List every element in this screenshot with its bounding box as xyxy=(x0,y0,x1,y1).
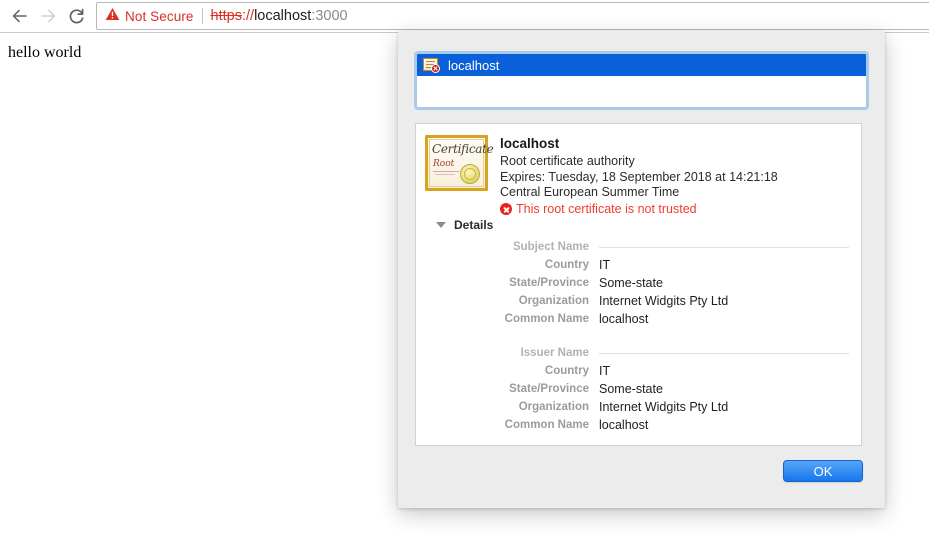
field-value: Internet Widgits Pty Ltd xyxy=(599,400,729,414)
field-label: Organization xyxy=(518,295,589,307)
list-item[interactable]: localhost xyxy=(417,54,866,76)
field-value: Internet Widgits Pty Ltd xyxy=(599,294,729,308)
certificate-error-icon xyxy=(423,57,440,73)
certificate-role: Root certificate authority xyxy=(500,154,635,168)
certificate-detail-panel: Certificate Root localhost Root certific… xyxy=(415,123,862,446)
url-port: :3000 xyxy=(311,8,348,24)
field-label: State/Province xyxy=(509,277,589,289)
ok-button[interactable]: OK xyxy=(783,460,863,482)
reload-button[interactable] xyxy=(62,2,90,30)
omnibox-divider xyxy=(201,8,203,24)
field-row: State/Province Some-state xyxy=(416,274,861,292)
certificate-trust-row: This root certificate is not trusted xyxy=(500,202,810,216)
subject-name-section: Subject Name Country IT State/Province S… xyxy=(416,238,861,328)
field-row: State/Province Some-state xyxy=(416,380,861,398)
section-title: Subject Name xyxy=(512,241,589,253)
certificate-name: localhost xyxy=(500,136,560,151)
issuer-name-section: Issuer Name Country IT State/Province So… xyxy=(416,344,861,434)
field-label: Organization xyxy=(518,401,589,413)
field-row: Organization Internet Widgits Pty Ltd xyxy=(416,398,861,416)
field-value: IT xyxy=(599,258,611,272)
page-body-text: hello world xyxy=(8,44,82,61)
certificate-summary: Certificate Root localhost Root certific… xyxy=(416,124,861,216)
details-label: Details xyxy=(454,218,494,232)
security-indicator[interactable]: Not Secure xyxy=(105,7,194,26)
field-row: Country IT xyxy=(416,256,861,274)
back-button[interactable] xyxy=(6,2,34,30)
field-value: localhost xyxy=(599,312,649,326)
certificate-icon-subtitle: Root xyxy=(433,159,455,169)
address-bar[interactable]: Not Secure https://localhost:3000 xyxy=(96,2,929,30)
triangle-down-icon xyxy=(436,222,446,228)
field-label: Country xyxy=(544,259,589,271)
section-divider xyxy=(599,352,849,354)
certificate-list[interactable]: localhost xyxy=(414,51,869,110)
browser-toolbar: Not Secure https://localhost:3000 xyxy=(0,0,929,33)
field-value: Some-state xyxy=(599,276,663,290)
certificate-summary-text: localhost Root certificate authority Exp… xyxy=(500,135,810,216)
field-row: Common Name localhost xyxy=(416,310,861,328)
section-title: Issuer Name xyxy=(520,347,589,359)
url-separator: :// xyxy=(241,8,255,24)
error-circle-icon xyxy=(500,203,512,215)
seal-icon xyxy=(460,164,480,184)
field-label: State/Province xyxy=(509,383,589,395)
field-row: Common Name localhost xyxy=(416,416,861,434)
url-text[interactable]: https://localhost:3000 xyxy=(211,8,348,24)
certificate-trust-status: This root certificate is not trusted xyxy=(516,202,697,216)
field-label: Country xyxy=(544,365,589,377)
details-disclosure[interactable]: Details xyxy=(436,218,493,232)
section-divider xyxy=(599,246,849,248)
field-row: Organization Internet Widgits Pty Ltd xyxy=(416,292,861,310)
url-scheme: https xyxy=(210,8,242,24)
certificate-icon-title: Certificate xyxy=(432,142,494,156)
section-header-subject: Subject Name xyxy=(416,238,861,256)
section-header-issuer: Issuer Name xyxy=(416,344,861,362)
reload-icon xyxy=(67,7,86,26)
forward-button xyxy=(34,2,62,30)
url-host: localhost xyxy=(254,8,312,24)
field-label: Common Name xyxy=(504,419,589,431)
arrow-right-icon xyxy=(39,7,57,25)
field-row: Country IT xyxy=(416,362,861,380)
list-item-label: localhost xyxy=(448,57,500,73)
field-value: IT xyxy=(599,364,611,378)
arrow-left-icon xyxy=(11,7,29,25)
field-value: localhost xyxy=(599,418,649,432)
not-secure-label: Not Secure xyxy=(125,8,194,24)
certificate-dialog: localhost Certificate Root localhost Roo… xyxy=(398,31,885,508)
warning-triangle-icon xyxy=(105,7,120,26)
field-label: Common Name xyxy=(504,313,589,325)
certificate-root-icon: Certificate Root xyxy=(425,135,494,191)
field-value: Some-state xyxy=(599,382,663,396)
certificate-expiry: Expires: Tuesday, 18 September 2018 at 1… xyxy=(500,170,778,199)
